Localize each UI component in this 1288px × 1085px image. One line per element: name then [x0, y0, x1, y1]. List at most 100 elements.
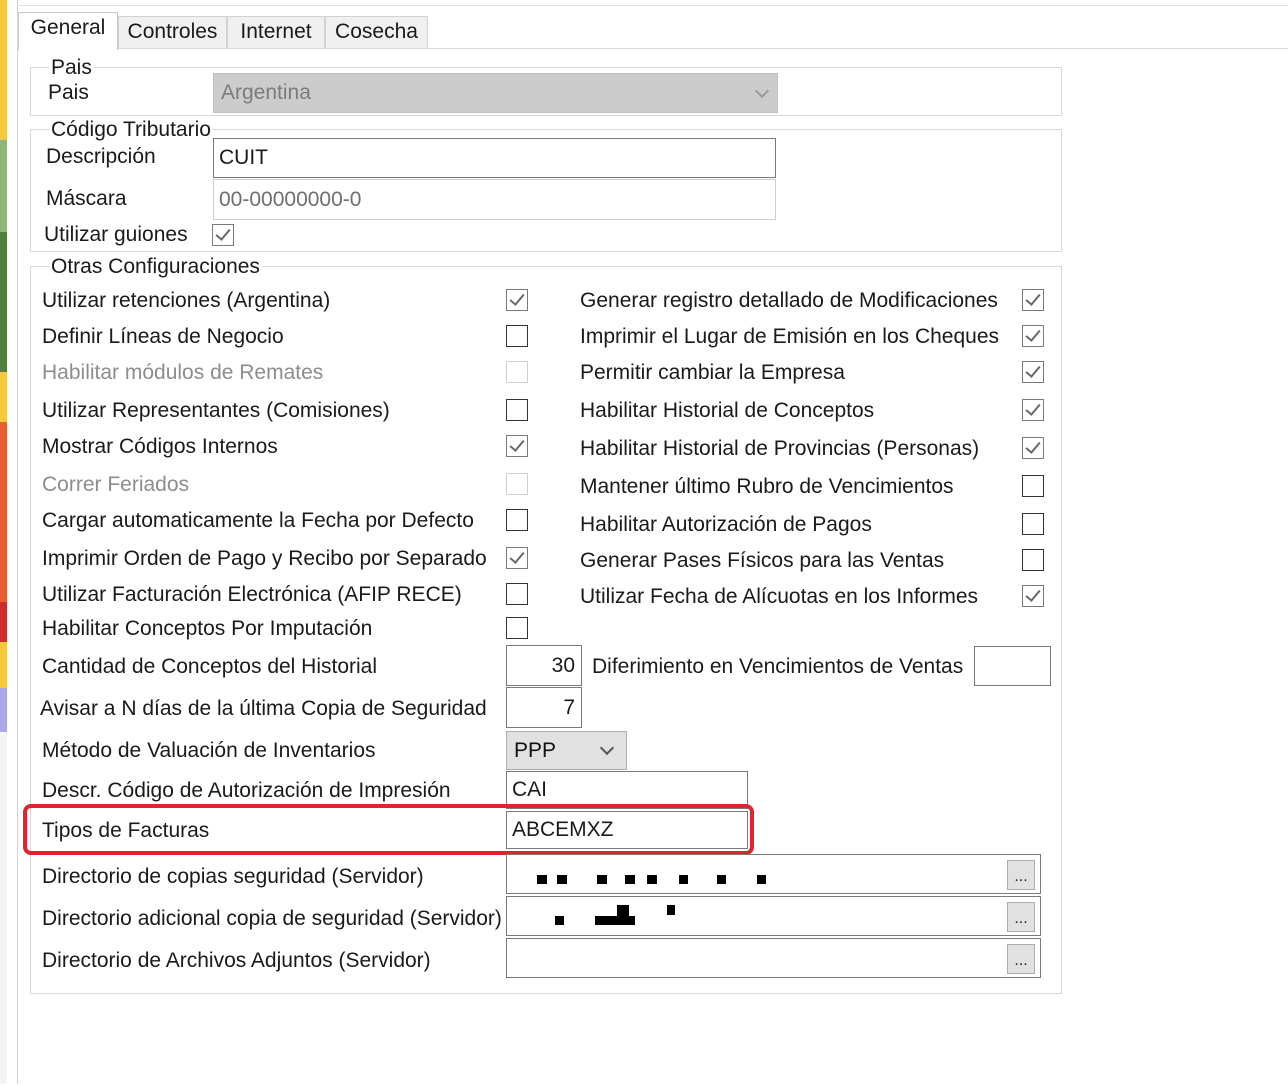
redacted-mark [625, 875, 635, 884]
lineas-negocio-checkbox[interactable] [506, 325, 528, 347]
representantes-label: Utilizar Representantes (Comisiones) [42, 399, 390, 422]
lugar-emision-label: Imprimir el Lugar de Emisión en los Cheq… [580, 325, 1000, 348]
window-top-border [17, 5, 1288, 6]
redacted-mark [557, 875, 567, 884]
browse-label: ... [1014, 952, 1028, 969]
check-icon [1025, 290, 1041, 306]
dir-copias-browse-button[interactable]: ... [1007, 860, 1035, 890]
tab-label: General [30, 16, 106, 39]
facturacion-electronica-checkbox[interactable] [506, 583, 528, 605]
descr-cai-value: CAI [512, 778, 548, 801]
fecha-defecto-checkbox[interactable] [506, 509, 528, 531]
rubro-vencimientos-checkbox[interactable] [1022, 475, 1044, 497]
metodo-valuacion-label: Método de Valuación de Inventarios [42, 739, 376, 762]
historial-provincias-label: Habilitar Historial de Provincias (Perso… [580, 437, 980, 460]
conceptos-imputacion-checkbox[interactable] [506, 617, 528, 639]
orden-pago-checkbox[interactable] [506, 547, 528, 569]
dir-adicional-input[interactable] [506, 896, 1041, 936]
autorizacion-pagos-checkbox[interactable] [1022, 513, 1044, 535]
tab-controles[interactable]: Controles [118, 16, 227, 48]
avisar-dias-label: Avisar a N días de la última Copia de Se… [40, 697, 487, 720]
lineas-negocio-label: Definir Líneas de Negocio [42, 325, 284, 348]
chevron-down-icon [599, 740, 615, 756]
pais-group-legend: Pais [49, 56, 94, 79]
registro-modificaciones-checkbox[interactable] [1022, 289, 1044, 311]
pases-fisicos-label: Generar Pases Físicos para las Ventas [580, 549, 945, 572]
tab-label: Cosecha [335, 20, 418, 43]
representantes-checkbox[interactable] [506, 399, 528, 421]
cantidad-conceptos-label: Cantidad de Conceptos del Historial [42, 655, 378, 678]
tab-general[interactable]: General [18, 12, 118, 50]
cambiar-empresa-checkbox[interactable] [1022, 361, 1044, 383]
check-icon [1025, 438, 1041, 454]
redacted-mark [679, 875, 688, 884]
pais-dropdown[interactable]: Argentina [213, 73, 778, 113]
descripcion-value: CUIT [219, 146, 268, 169]
codigo-tributario-legend: Código Tributario [49, 118, 213, 141]
historial-conceptos-checkbox[interactable] [1022, 399, 1044, 421]
autorizacion-pagos-label: Habilitar Autorización de Pagos [580, 513, 872, 536]
browse-label: ... [1014, 868, 1028, 885]
check-icon [1025, 400, 1041, 416]
conceptos-imputacion-label: Habilitar Conceptos Por Imputación [42, 617, 373, 640]
dir-adjuntos-browse-button[interactable]: ... [1007, 944, 1035, 974]
mascara-label: Máscara [46, 187, 127, 210]
fecha-defecto-label: Cargar automaticamente la Fecha por Defe… [42, 509, 474, 532]
pases-fisicos-checkbox[interactable] [1022, 549, 1044, 571]
highlight-annotation [23, 804, 754, 855]
retenciones-label: Utilizar retenciones (Argentina) [42, 289, 331, 312]
pais-label: Pais [48, 81, 89, 104]
dir-adjuntos-label: Directorio de Archivos Adjuntos (Servido… [42, 949, 431, 972]
cantidad-conceptos-value: 30 [551, 654, 575, 677]
correr-feriados-label: Correr Feriados [42, 473, 190, 496]
orden-pago-label: Imprimir Orden de Pago y Recibo por Sepa… [42, 547, 487, 570]
utilizar-guiones-label: Utilizar guiones [44, 223, 188, 246]
pais-dropdown-value: Argentina [221, 81, 311, 104]
metodo-valuacion-value: PPP [514, 739, 557, 762]
check-icon [1025, 362, 1041, 378]
codigos-internos-label: Mostrar Códigos Internos [42, 435, 278, 458]
codigos-internos-checkbox[interactable] [506, 435, 528, 457]
historial-provincias-checkbox[interactable] [1022, 437, 1044, 459]
mascara-input[interactable]: 00-00000000-0 [213, 179, 776, 220]
dir-adicional-label: Directorio adicional copia de seguridad … [42, 907, 502, 930]
metodo-valuacion-dropdown[interactable]: PPP [506, 731, 627, 770]
tab-label: Controles [127, 20, 218, 43]
mascara-value: 00-00000000-0 [219, 188, 362, 211]
registro-modificaciones-label: Generar registro detallado de Modificaci… [580, 289, 998, 312]
redacted-mark [537, 875, 547, 884]
redacted-mark [595, 916, 635, 925]
dir-adicional-browse-button[interactable]: ... [1007, 902, 1035, 932]
check-icon [509, 548, 525, 564]
descripcion-input[interactable]: CUIT [213, 138, 776, 178]
lugar-emision-checkbox[interactable] [1022, 325, 1044, 347]
tab-internet[interactable]: Internet [227, 16, 325, 48]
check-icon [1025, 586, 1041, 602]
cantidad-conceptos-input[interactable]: 30 [506, 645, 582, 686]
correr-feriados-checkbox[interactable] [506, 473, 528, 495]
remates-checkbox[interactable] [506, 361, 528, 383]
avisar-dias-value: 7 [563, 696, 575, 719]
otras-configuraciones-legend: Otras Configuraciones [49, 255, 262, 278]
check-icon [1025, 326, 1041, 342]
remates-label: Habilitar módulos de Remates [42, 361, 324, 384]
chevron-down-icon [754, 83, 770, 99]
dir-copias-input[interactable] [506, 854, 1041, 894]
retenciones-checkbox[interactable] [506, 289, 528, 311]
utilizar-guiones-checkbox[interactable] [212, 224, 234, 246]
browse-label: ... [1014, 910, 1028, 927]
redacted-mark [647, 875, 657, 884]
redacted-mark [717, 875, 726, 884]
dir-adjuntos-input[interactable] [506, 938, 1041, 978]
fecha-alicuotas-checkbox[interactable] [1022, 585, 1044, 607]
avisar-dias-input[interactable]: 7 [506, 687, 582, 728]
background-window-strip [0, 0, 7, 1084]
descripcion-label: Descripción [46, 145, 156, 168]
check-icon [509, 436, 525, 452]
tab-cosecha[interactable]: Cosecha [325, 16, 428, 48]
rubro-vencimientos-label: Mantener último Rubro de Vencimientos [580, 475, 954, 498]
diferimiento-input[interactable] [974, 646, 1051, 686]
redacted-mark [757, 875, 766, 884]
redacted-mark [597, 875, 607, 884]
redacted-mark [667, 905, 675, 915]
